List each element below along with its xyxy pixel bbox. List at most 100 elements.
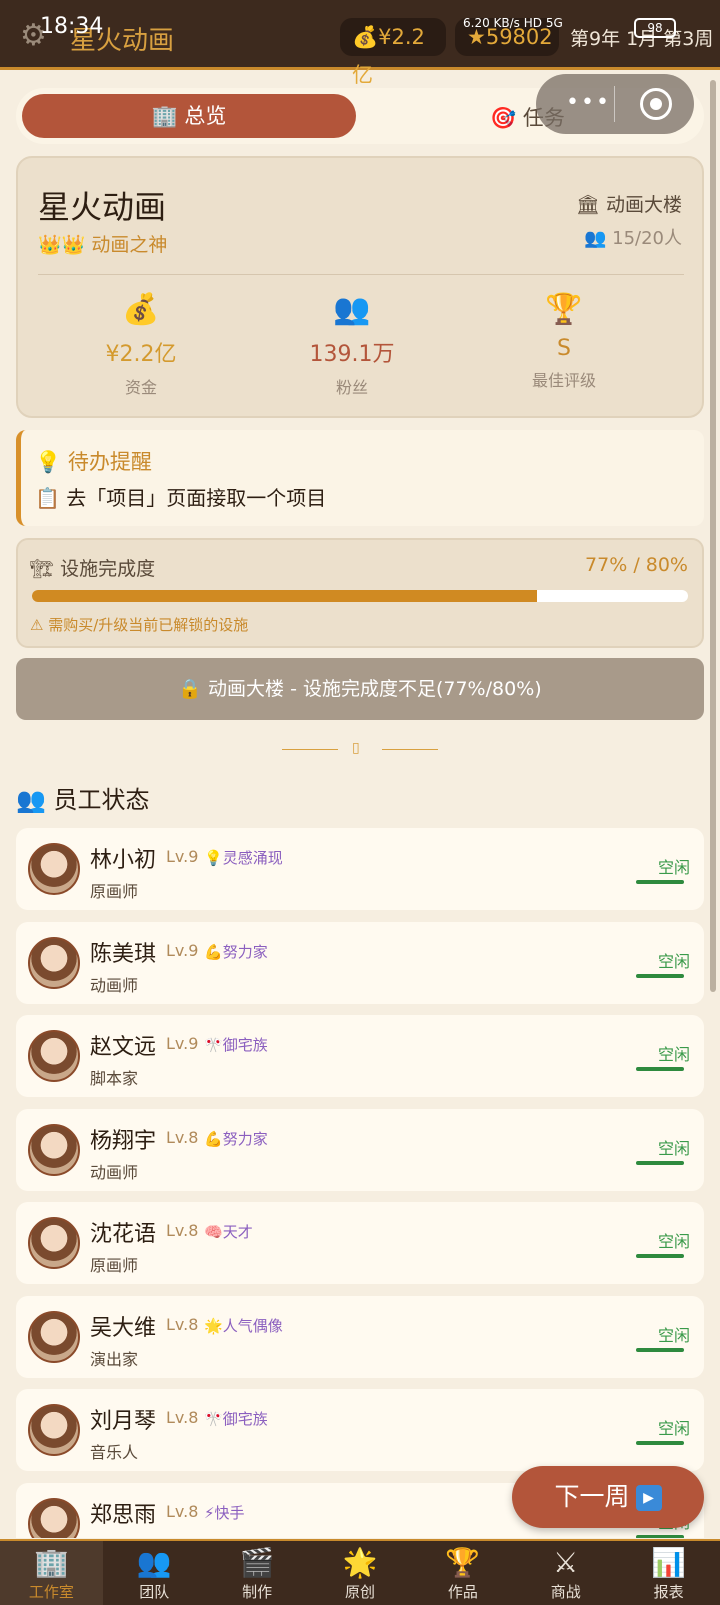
tab-overview-label: 总览: [184, 104, 227, 128]
lock-icon: 🔒: [178, 678, 209, 700]
trophy-icon: 🏆: [545, 292, 583, 327]
next-week-label: 下一周: [554, 1482, 630, 1511]
employee-row[interactable]: 刘月琴 Lv.8 🎌御宅族 音乐人 空闲: [16, 1389, 704, 1471]
scrollbar[interactable]: [710, 80, 716, 992]
net-speed: 6.20 KB/s: [463, 16, 520, 30]
employee-level: Lv.8: [166, 1221, 199, 1240]
locked-button-label: 动画大楼 - 设施完成度不足(77%/80%): [208, 678, 542, 700]
employee-row[interactable]: 杨翔宇 Lv.8 💪努力家 动画师 空闲: [16, 1108, 704, 1191]
employee-name: 陈美琪: [90, 941, 157, 967]
more-icon[interactable]: •••: [566, 90, 611, 115]
stat-funds-value: ¥2.2亿: [105, 342, 177, 367]
trait-label: 御宅族: [222, 1410, 268, 1428]
todo-title: 💡 待办提醒: [35, 446, 152, 476]
employee-row[interactable]: 林小初 Lv.9 💡灵感涌现 原画师 空闲: [16, 828, 704, 910]
facility-progress-bar: [32, 590, 688, 602]
todo-item[interactable]: 📋 去「项目」页面接取一个项目: [35, 482, 326, 511]
employee-trait: 🌟人气偶像: [204, 1315, 283, 1336]
nav-item-label: 制作: [242, 1583, 273, 1601]
fans-icon: 👥: [333, 292, 371, 327]
nav-item[interactable]: 📊 报表: [617, 1541, 720, 1605]
studio-rank: 👑👑 动画之神: [38, 230, 167, 257]
trait-label: 灵感涌现: [222, 849, 283, 867]
employee-trait: 💪努力家: [204, 941, 268, 962]
avatar: [28, 843, 80, 895]
employee-name: 沈花语: [90, 1222, 157, 1247]
nav-item[interactable]: 👥 团队: [103, 1541, 206, 1605]
trait-label: 御宅族: [222, 1036, 268, 1054]
employee-trait: 🎌御宅族: [204, 1034, 268, 1055]
play-icon: ▶: [635, 1485, 662, 1511]
trait-icon: 🎌: [204, 1036, 223, 1054]
employee-name: 林小初: [90, 848, 157, 873]
money-bag-icon: 💰: [122, 292, 160, 327]
employee-role: 原画师: [90, 1256, 139, 1275]
employee-trait: 🧠天才: [204, 1221, 253, 1242]
nav-item-label: 原创: [345, 1583, 376, 1601]
trait-label: 努力家: [222, 1129, 268, 1148]
employee-row[interactable]: 吴大维 Lv.8 🌟人气偶像 演出家 空闲: [16, 1295, 704, 1378]
battery-icon: 98: [634, 18, 676, 38]
nav-item[interactable]: ⚔ 商战: [514, 1541, 617, 1605]
stat-fans: 👥 139.1万 粉丝: [252, 292, 452, 398]
employee-row[interactable]: 沈花语 Lv.8 🧠天才 原画师 空闲: [16, 1202, 704, 1284]
employee-trait: 🎌御宅族: [204, 1408, 268, 1429]
employee-status: 空闲: [657, 951, 690, 971]
staff-count: 👥 15/20人: [584, 224, 682, 250]
next-week-button[interactable]: 下一周 ▶: [512, 1466, 704, 1528]
trait-icon: ⚡: [204, 1503, 215, 1522]
employee-trait: ⚡快手: [204, 1502, 245, 1523]
nav-item[interactable]: 🏆 作品: [411, 1541, 514, 1605]
avatar: [28, 1123, 80, 1176]
avatar: [28, 1404, 80, 1456]
studio-overview-card: 星火动画 👑👑 动画之神 🏛 动画大楼 👥 15/20人 💰 ¥2.2亿 资金 …: [16, 156, 704, 418]
nav-item[interactable]: 🌟 原创: [309, 1541, 412, 1605]
bottom-nav: 🏢 工作室 👥 团队 🎬 制作 🌟 原创 🏆 作品 ⚔ 商战 📊 报表: [0, 1539, 720, 1605]
staff-icon: 👥: [583, 228, 613, 249]
employee-energy-bar: [636, 973, 684, 978]
todo-title-label: 待办提醒: [67, 450, 152, 474]
nav-item[interactable]: 🎬 制作: [206, 1541, 309, 1605]
todo-reminder[interactable]: 💡 待办提醒 📋 去「项目」页面接取一个项目: [16, 430, 704, 526]
trait-label: 快手: [214, 1503, 245, 1522]
trophy-icon: 🏆: [445, 1546, 481, 1579]
stat-funds: 💰 ¥2.2亿 资金: [41, 292, 241, 398]
employees-icon: 👥: [16, 786, 54, 814]
building-icon: 🏛: [575, 194, 606, 216]
employee-level: Lv.8: [166, 1127, 199, 1147]
ornament-line-right: [382, 749, 438, 750]
stat-fans-value: 139.1万: [309, 342, 395, 367]
employee-energy-bar: [636, 1160, 684, 1165]
facility-label: 🏗 设施完成度: [30, 554, 155, 581]
crane-icon: 🏗: [30, 558, 61, 580]
studio-name: 星火动画: [38, 188, 167, 226]
trait-icon: 🌟: [204, 1316, 223, 1335]
employee-energy-bar: [636, 1441, 684, 1445]
employee-role: 动画师: [90, 1162, 139, 1182]
facility-warning-text: 需购买/升级当前已解锁的设施: [48, 616, 249, 634]
team-icon: 👥: [136, 1546, 172, 1579]
employee-role: 脚本家: [90, 1069, 139, 1088]
tab-overview[interactable]: 🏢 总览: [22, 94, 356, 138]
employee-row[interactable]: 赵文远 Lv.9 🎌御宅族 脚本家 空闲: [16, 1015, 704, 1097]
trait-icon: 🎌: [204, 1410, 223, 1428]
ornament-center-icon: ▯: [352, 740, 360, 756]
facility-progress-card: 🏗 设施完成度 77% / 80% ⚠ 需购买/升级当前已解锁的设施: [16, 538, 704, 648]
employee-status: 空闲: [657, 1138, 690, 1158]
building-name: 动画大楼: [605, 194, 682, 216]
nav-item-label: 作品: [447, 1583, 478, 1601]
stat-rating-label: 最佳评级: [531, 371, 596, 390]
employee-energy-bar: [636, 880, 684, 884]
facility-progress-fill: [32, 590, 538, 602]
employee-row[interactable]: 陈美琪 Lv.9 💪努力家 动画师 空闲: [16, 921, 704, 1004]
employee-role: 演出家: [90, 1349, 139, 1369]
building-upgrade-locked-button[interactable]: 🔒 动画大楼 - 设施完成度不足(77%/80%): [16, 658, 704, 720]
employee-name: 赵文远: [90, 1035, 157, 1060]
employee-energy-bar: [636, 1067, 684, 1071]
stat-rating-value: S: [557, 336, 571, 361]
nav-item-label: 团队: [139, 1583, 170, 1601]
close-target-icon[interactable]: [640, 88, 672, 120]
nav-item[interactable]: 🏢 工作室: [0, 1541, 103, 1605]
spark-icon: 🌟: [342, 1546, 378, 1579]
net-icons: HD 5G: [523, 16, 563, 30]
